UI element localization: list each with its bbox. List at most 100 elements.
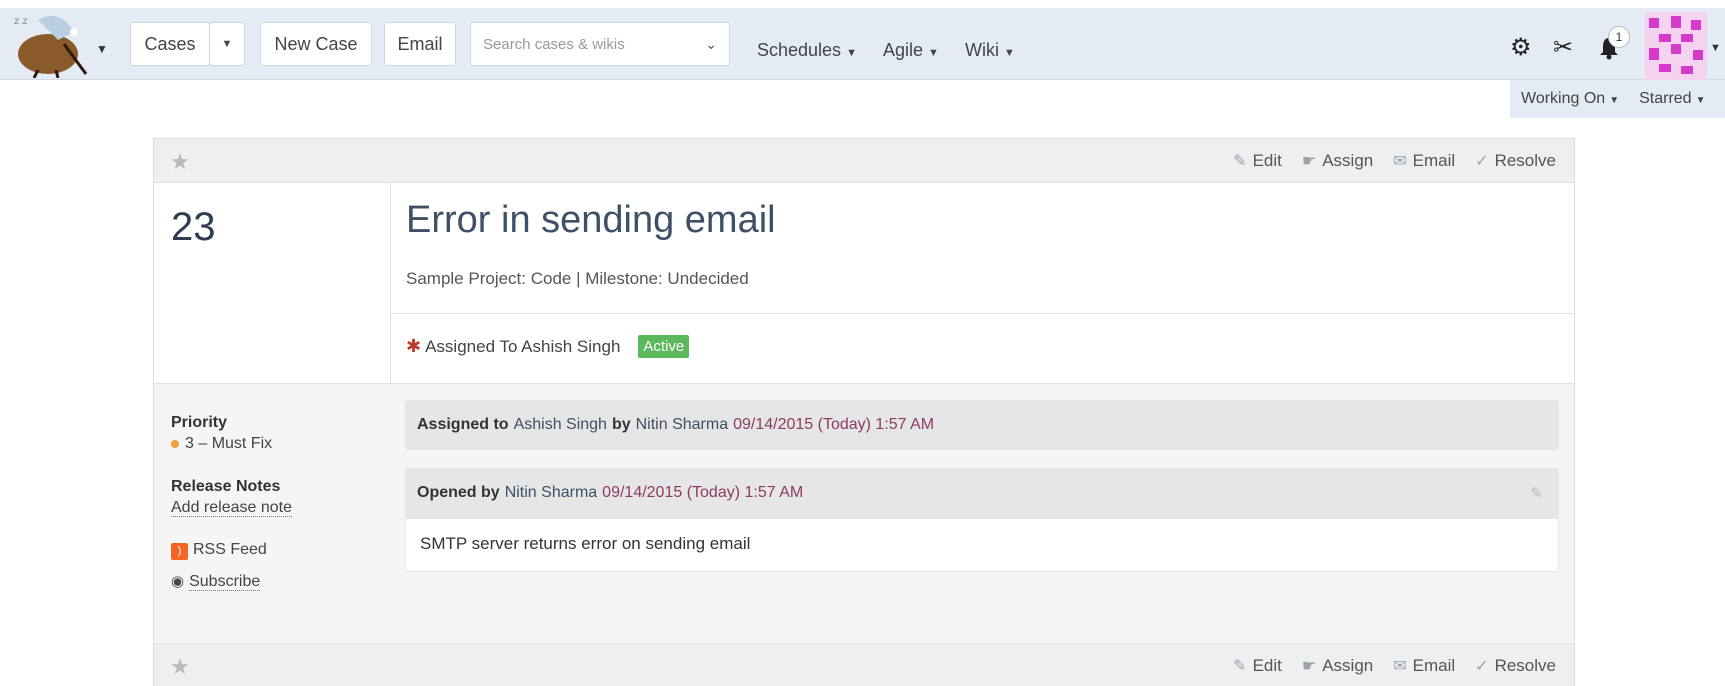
new-case-label: New Case: [274, 33, 358, 54]
case-actions: ✎ Edit ☛ Assign ✉ Email ✓ Resolve: [1233, 656, 1556, 676]
new-case-button[interactable]: New Case: [260, 22, 372, 66]
case-toolbar-top: ★ ✎ Edit ☛ Assign ✉ Email ✓ Resolve: [154, 139, 1574, 183]
nav-schedules[interactable]: Schedules ▼: [757, 40, 857, 61]
edit-label: Edit: [1252, 656, 1282, 675]
thumbs-up-icon: ☛: [1301, 153, 1317, 170]
email-label: Email: [1412, 656, 1456, 675]
email-case-button[interactable]: ✉ Email: [1393, 151, 1455, 171]
event-author-link[interactable]: Nitin Sharma: [636, 416, 728, 434]
status-badge: Active: [638, 335, 690, 358]
rss-feed-label: RSS Feed: [193, 541, 267, 558]
case-number: 23: [171, 205, 216, 249]
starred-label: Starred: [1639, 90, 1692, 107]
rss-icon: ): [171, 543, 188, 560]
cases-button-label: Cases: [144, 33, 196, 54]
pencil-icon: ✎: [1233, 153, 1247, 170]
working-on-menu[interactable]: Working On ▼: [1521, 90, 1619, 108]
nav-wiki[interactable]: Wiki ▼: [965, 40, 1015, 61]
priority-dot-icon: [171, 440, 179, 448]
email-case-button[interactable]: ✉ Email: [1393, 656, 1455, 676]
assigned-to-text: Assigned To Ashish Singh: [425, 336, 621, 356]
chevron-down-icon: ▼: [221, 38, 233, 50]
chevron-down-icon[interactable]: ⌄: [705, 36, 717, 53]
caret-down-icon: ▼: [846, 47, 857, 59]
divider: [390, 183, 391, 383]
event-prefix: Opened by: [417, 484, 500, 501]
event-author-link[interactable]: Nitin Sharma: [505, 484, 597, 502]
edit-button[interactable]: ✎ Edit: [1233, 656, 1282, 676]
event-by: by: [611, 416, 631, 433]
gear-icon[interactable]: ⚙: [1510, 36, 1532, 60]
svg-text:z z: z z: [14, 16, 28, 27]
search-input[interactable]: [483, 35, 693, 53]
starred-menu[interactable]: Starred ▼: [1639, 90, 1705, 108]
resolve-button[interactable]: ✓ Resolve: [1475, 151, 1556, 171]
star-icon[interactable]: ★: [170, 654, 190, 680]
star-icon[interactable]: ★: [170, 149, 190, 175]
case-details: Priority 3 – Must Fix Release Notes Add …: [154, 383, 1574, 643]
case-sidebar: Priority 3 – Must Fix Release Notes Add …: [171, 414, 371, 591]
edit-button[interactable]: ✎ Edit: [1233, 151, 1282, 171]
priority-value-text: 3 – Must Fix: [185, 435, 273, 452]
pencil-icon: ✎: [1233, 658, 1247, 675]
pencil-icon[interactable]: ✎: [1530, 484, 1543, 502]
event-date: 09/14/2015 (Today) 1:57 AM: [733, 416, 935, 433]
cases-button[interactable]: Cases: [130, 22, 210, 66]
avatar[interactable]: [1645, 12, 1707, 82]
edit-label: Edit: [1252, 151, 1282, 170]
event-target-link[interactable]: Ashish Singh: [514, 416, 607, 434]
working-on-label: Working On: [1521, 90, 1606, 107]
check-icon: ✓: [1475, 658, 1489, 675]
nav-schedules-label: Schedules: [757, 40, 842, 60]
priority-label: Priority: [171, 414, 228, 431]
thumbs-up-icon: ☛: [1301, 658, 1317, 675]
check-icon: ✓: [1475, 153, 1489, 170]
search-box: ⌄: [470, 22, 730, 66]
avatar-caret-icon[interactable]: ▼: [1710, 42, 1721, 54]
subscribe-row: ◉ Subscribe: [171, 572, 371, 591]
top-navbar: z z ▼ Cases ▼ New Case Email ⌄ Schedules…: [0, 8, 1725, 82]
resolve-label: Resolve: [1494, 151, 1556, 170]
email-label: Email: [1412, 151, 1456, 170]
assign-button[interactable]: ☛ Assign: [1302, 151, 1373, 171]
event-assigned: Assigned to Ashish Singh by Nitin Sharma…: [405, 400, 1559, 450]
tools-icon[interactable]: ✂: [1553, 36, 1573, 60]
eye-icon: ◉: [171, 573, 185, 590]
sub-navbar: Working On ▼ Starred ▼: [1510, 80, 1725, 118]
resolve-label: Resolve: [1494, 656, 1556, 675]
case-card: ★ ✎ Edit ☛ Assign ✉ Email ✓ Resolve 23 Error…: [153, 138, 1575, 686]
caret-down-icon: ▼: [1004, 47, 1015, 59]
assign-label: Assign: [1322, 151, 1374, 170]
case-actions: ✎ Edit ☛ Assign ✉ Email ✓ Resolve: [1233, 151, 1556, 171]
release-notes-label: Release Notes: [171, 478, 281, 495]
assign-label: Assign: [1322, 656, 1374, 675]
subscribe-link[interactable]: Subscribe: [189, 573, 261, 591]
add-release-note-link[interactable]: Add release note: [171, 499, 292, 517]
nav-agile-label: Agile: [883, 40, 924, 60]
kiwi-logo-icon[interactable]: z z: [8, 10, 92, 79]
case-title: Error in sending email: [406, 199, 776, 241]
event-opened: Opened by Nitin Sharma 09/14/2015 (Today…: [405, 468, 1559, 572]
email-button-label: Email: [397, 33, 443, 54]
logo-caret-icon[interactable]: ▼: [96, 42, 108, 56]
priority-value[interactable]: 3 – Must Fix: [171, 435, 371, 453]
event-body: SMTP server returns error on sending ema…: [405, 518, 1559, 572]
case-project-line: Sample Project: Code | Milestone: Undeci…: [406, 269, 749, 288]
bug-icon: ✱: [406, 336, 422, 356]
cases-dropdown-button[interactable]: ▼: [209, 22, 245, 66]
caret-down-icon: ▼: [1695, 95, 1706, 106]
rss-feed-link[interactable]: ) RSS Feed: [171, 541, 371, 560]
caret-down-icon: ▼: [928, 47, 939, 59]
event-prefix: Assigned to: [417, 416, 509, 433]
envelope-icon: ✉: [1393, 153, 1407, 170]
notification-count-badge: 1: [1608, 26, 1630, 48]
caret-down-icon: ▼: [1609, 95, 1620, 106]
email-button[interactable]: Email: [384, 22, 456, 66]
divider: [391, 313, 1575, 314]
nav-agile[interactable]: Agile ▼: [883, 40, 939, 61]
case-toolbar-bottom: ★ ✎ Edit ☛ Assign ✉ Email ✓ Resolve: [154, 643, 1574, 686]
resolve-button[interactable]: ✓ Resolve: [1475, 656, 1556, 676]
case-assignment: ✱ Assigned To Ashish Singh Active: [406, 335, 690, 358]
assign-button[interactable]: ☛ Assign: [1302, 656, 1373, 676]
nav-wiki-label: Wiki: [965, 40, 999, 60]
